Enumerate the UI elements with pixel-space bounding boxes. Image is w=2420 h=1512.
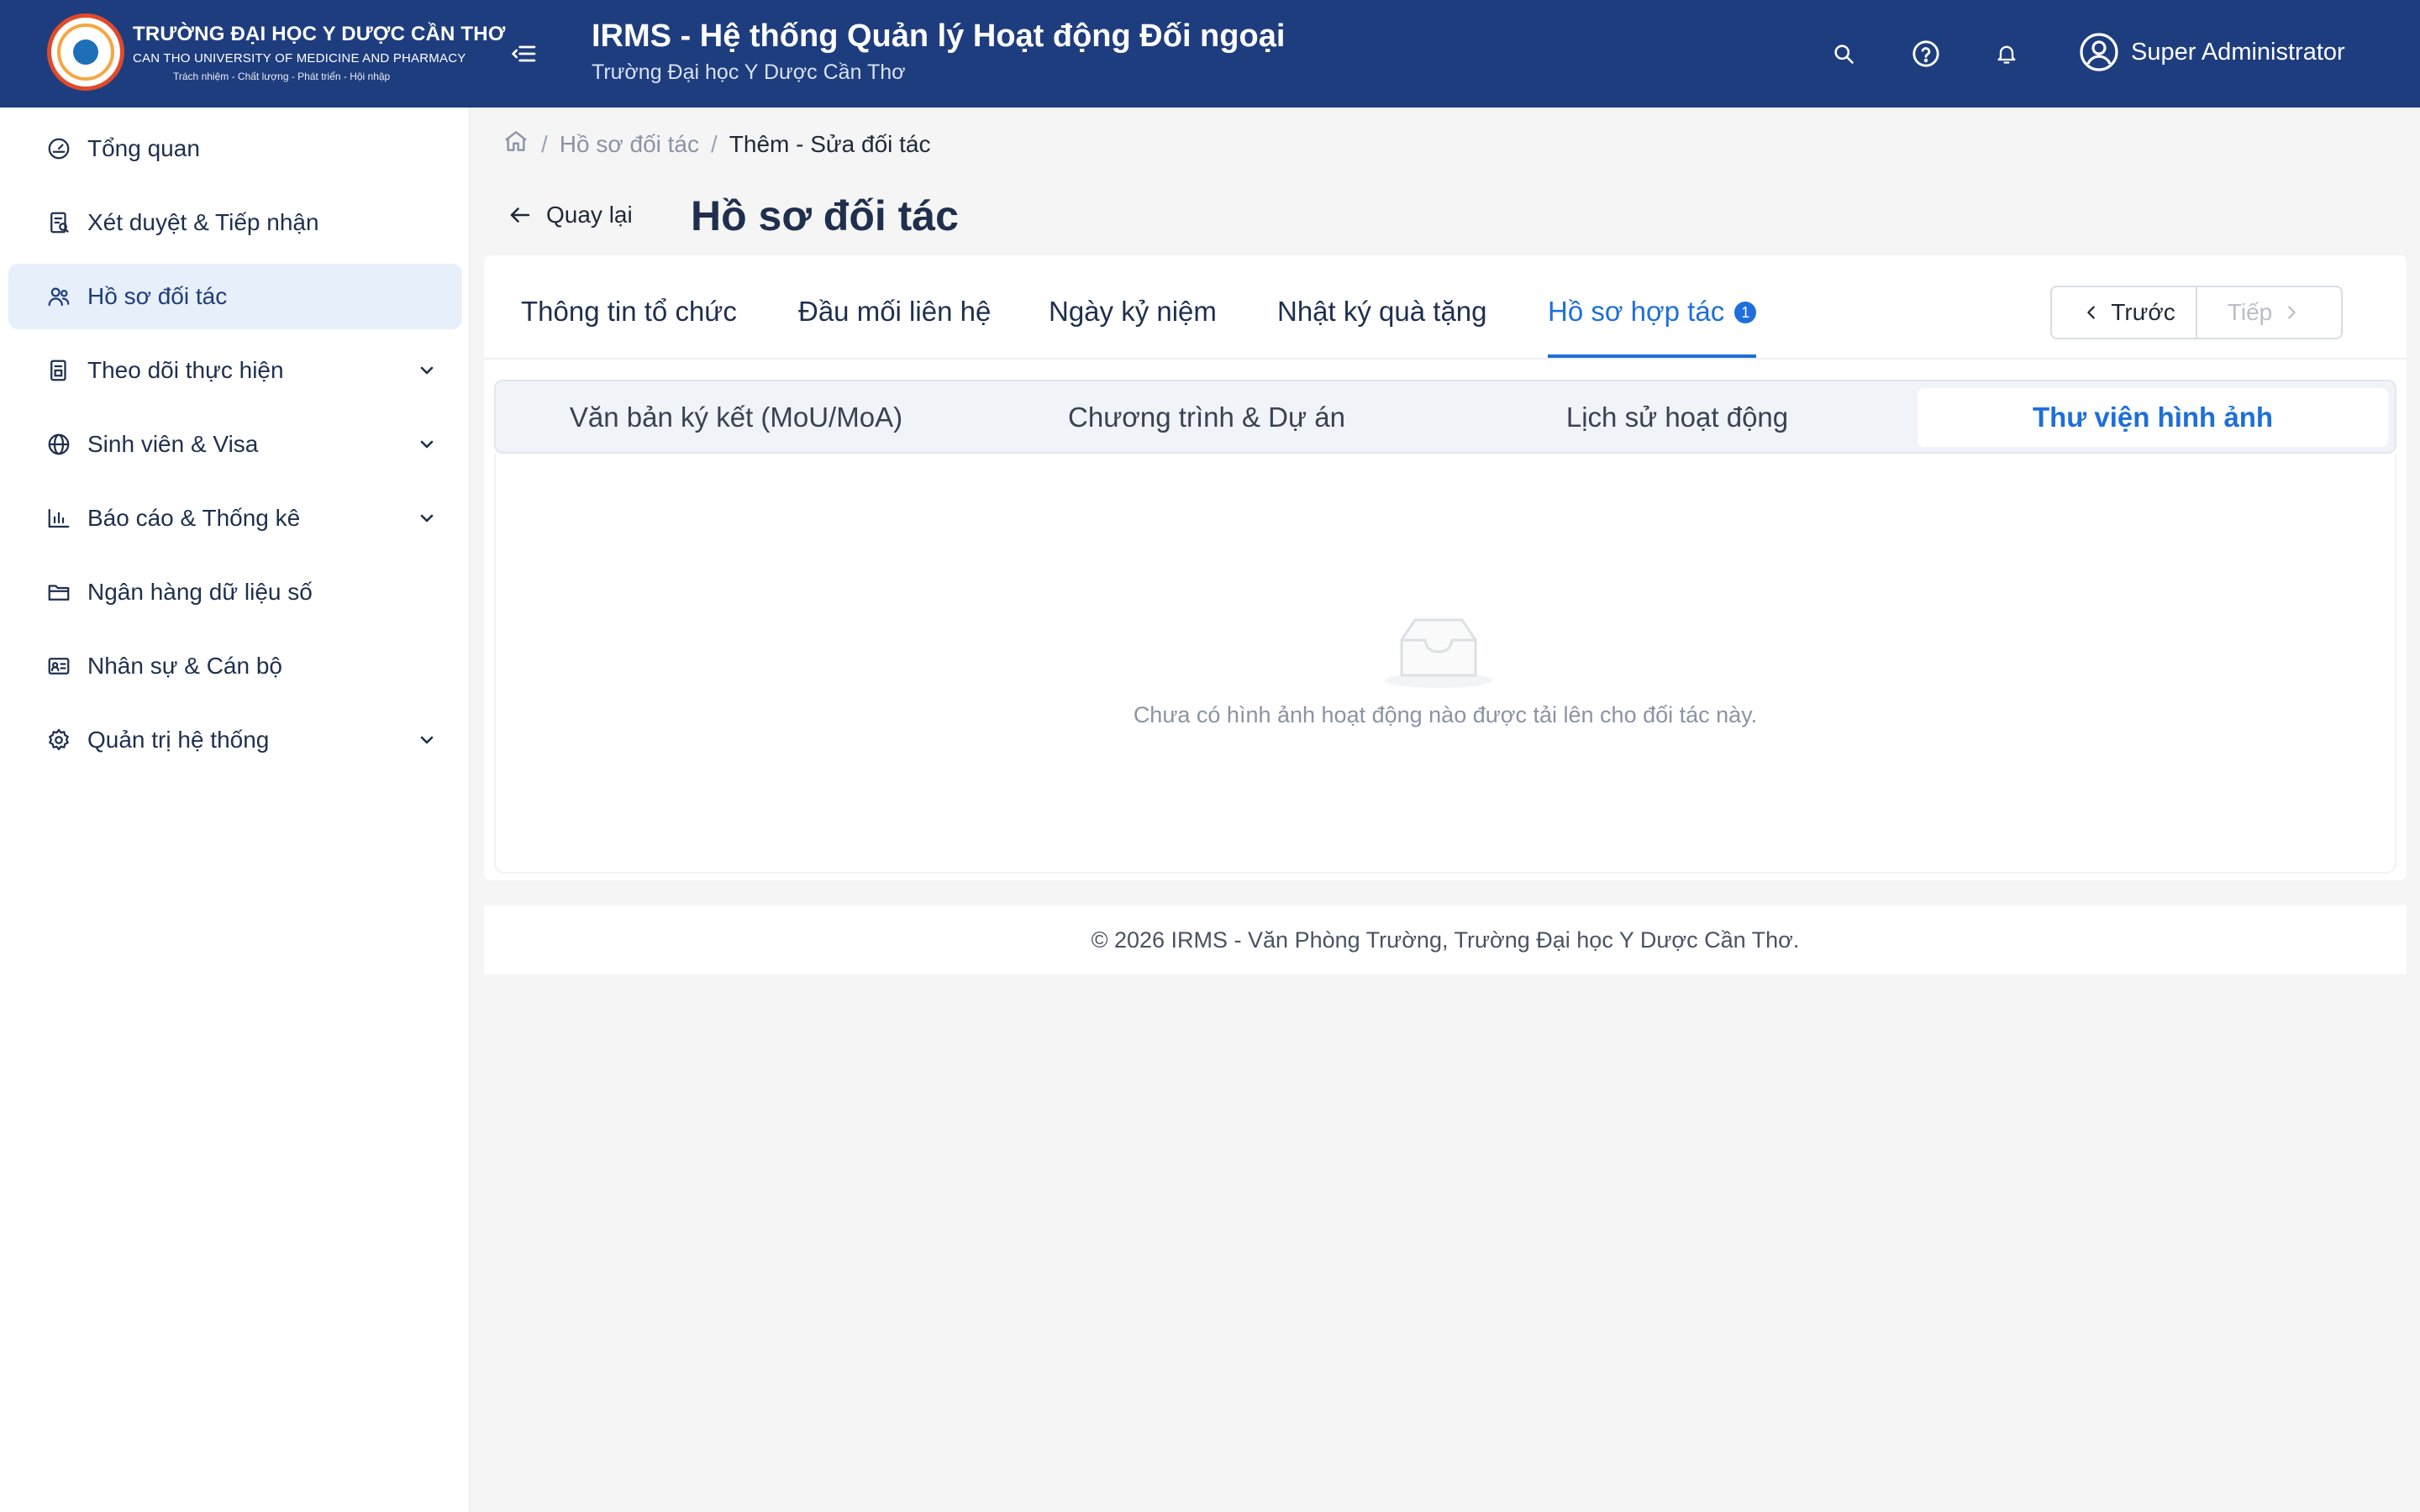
- logo-text: TRƯỜNG ĐẠI HỌC Y DƯỢC CẦN THƠ CAN THO UN…: [133, 23, 506, 82]
- logo-name-vi: TRƯỜNG ĐẠI HỌC Y DƯỢC CẦN THƠ: [133, 22, 506, 45]
- tab-anniversaries[interactable]: Ngày kỷ niệm: [1049, 296, 1217, 328]
- chevron-right-icon: [2288, 306, 2296, 319]
- tab-gift-log[interactable]: Nhật ký quà tặng: [1277, 296, 1487, 328]
- id-card-icon: [45, 653, 72, 680]
- subtab-programs-projects[interactable]: Chương trình & Dự án: [971, 388, 1442, 447]
- subtab-activity-history[interactable]: Lịch sử hoạt động: [1442, 388, 1912, 447]
- sidebar-item-partners[interactable]: Hồ sơ đối tác: [8, 264, 462, 329]
- chevron-down-icon: [420, 366, 434, 375]
- logo-name-en: CAN THO UNIVERSITY OF MEDICINE AND PHARM…: [133, 50, 466, 66]
- dashboard-icon: [45, 135, 72, 162]
- page-title: Hồ sơ đối tác: [691, 192, 959, 239]
- tab-pager: Trước Tiếp: [2050, 286, 2343, 339]
- chevron-down-icon: [420, 440, 434, 449]
- chevron-down-icon: [420, 736, 434, 744]
- search-button[interactable]: [1825, 35, 1862, 72]
- breadcrumb-partners-link[interactable]: Hồ sơ đối tác: [560, 131, 699, 158]
- sidebar-item-system-admin[interactable]: Quản trị hệ thống: [8, 707, 462, 773]
- user-menu[interactable]: Super Administrator: [2079, 32, 2345, 72]
- help-icon: [1912, 40, 1939, 67]
- sidebar-item-tracking[interactable]: Theo dõi thực hiện: [8, 338, 462, 403]
- sidebar-item-label: Xét duyệt & Tiếp nhận: [87, 209, 319, 235]
- back-button[interactable]: Quay lại: [508, 202, 633, 228]
- logo-motto: Trách nhiệm - Chất lượng - Phát triển - …: [173, 70, 391, 82]
- next-label: Tiếp: [2227, 299, 2273, 325]
- tab-contacts[interactable]: Đầu mối liên hệ: [798, 296, 991, 328]
- footer-copyright: © 2026 IRMS - Văn Phòng Trường, Trường Đ…: [1091, 927, 1800, 953]
- tab-count-badge: 1: [1734, 302, 1757, 323]
- breadcrumb-home[interactable]: [502, 128, 529, 160]
- sidebar-item-dashboard[interactable]: Tổng quan: [8, 116, 462, 181]
- tracking-icon: [45, 357, 72, 384]
- help-button[interactable]: [1907, 35, 1944, 72]
- active-tab-indicator: [1548, 354, 1756, 358]
- university-seal-icon: [47, 13, 124, 91]
- sub-tabs: Văn bản ký kết (MoU/MoA) Chương trình & …: [494, 380, 2396, 454]
- subtab-agreements[interactable]: Văn bản ký kết (MoU/MoA): [501, 388, 971, 447]
- sidebar: Tổng quan Xét duyệt & Tiếp nhận Hồ sơ đố…: [0, 108, 471, 1512]
- sidebar-item-label: Sinh viên & Visa: [87, 431, 259, 457]
- bell-icon: [1997, 45, 2016, 64]
- menu-fold-icon: [511, 45, 536, 62]
- review-icon: [45, 209, 72, 236]
- breadcrumb: / Hồ sơ đối tác / Thêm - Sửa đối tác: [502, 128, 931, 160]
- notification-button[interactable]: [1988, 35, 2025, 72]
- sidebar-item-label: Báo cáo & Thống kê: [87, 505, 301, 531]
- breadcrumb-current: Thêm - Sửa đối tác: [729, 130, 931, 157]
- next-tab-button[interactable]: Tiếp: [2197, 287, 2341, 338]
- arrow-left-icon: [510, 207, 530, 223]
- folder-icon: [45, 579, 72, 606]
- sidebar-item-label: Nhân sự & Cán bộ: [87, 653, 282, 679]
- user-avatar-icon: [2080, 33, 2118, 71]
- prev-tab-button[interactable]: Trước: [2052, 287, 2197, 338]
- tab-organization-info[interactable]: Thông tin tổ chức: [521, 296, 737, 328]
- back-label: Quay lại: [546, 202, 633, 228]
- footer: © 2026 IRMS - Văn Phòng Trường, Trường Đ…: [484, 906, 2407, 974]
- search-icon: [1834, 45, 1854, 64]
- sidebar-item-label: Ngân hàng dữ liệu số: [87, 579, 313, 605]
- subtab-photo-library[interactable]: Thư viện hình ảnh: [1918, 388, 2388, 447]
- user-name: Super Administrator: [2131, 38, 2345, 66]
- partners-icon: [45, 283, 72, 310]
- sidebar-item-label: Hồ sơ đối tác: [87, 283, 228, 309]
- home-icon: [505, 131, 527, 151]
- empty-inbox-icon: [1385, 618, 1492, 688]
- sidebar-item-staff[interactable]: Nhân sự & Cán bộ: [8, 633, 462, 699]
- chevron-down-icon: [420, 514, 434, 522]
- sidebar-item-label: Tổng quan: [87, 135, 200, 161]
- main-tabs: Thông tin tổ chức Đầu mối liên hệ Ngày k…: [484, 255, 2407, 360]
- sidebar-item-data-bank[interactable]: Ngân hàng dữ liệu số: [8, 559, 462, 625]
- prev-label: Trước: [2111, 299, 2175, 325]
- tab-label: Hồ sơ hợp tác: [1548, 296, 1725, 327]
- chart-icon: [45, 505, 72, 532]
- sidebar-item-review[interactable]: Xét duyệt & Tiếp nhận: [8, 190, 462, 255]
- university-logo[interactable]: TRƯỜNG ĐẠI HỌC Y DƯỢC CẦN THƠ CAN THO UN…: [47, 13, 506, 91]
- chevron-left-icon: [2087, 306, 2096, 319]
- breadcrumb-separator: /: [711, 130, 718, 157]
- empty-state-message: Chưa có hình ảnh hoạt động nào được tải …: [1133, 702, 1758, 727]
- gear-icon: [45, 727, 72, 753]
- app-subtitle: Trường Đại học Y Dược Cần Thơ: [592, 60, 906, 84]
- sidebar-item-label: Quản trị hệ thống: [87, 727, 270, 753]
- app-title: IRMS - Hệ thống Quản lý Hoạt động Đối ng…: [592, 18, 1286, 54]
- sidebar-item-label: Theo dõi thực hiện: [87, 357, 284, 383]
- sidebar-item-reports[interactable]: Báo cáo & Thống kê: [8, 486, 462, 551]
- top-header: TRƯỜNG ĐẠI HỌC Y DƯỢC CẦN THƠ CAN THO UN…: [0, 0, 2420, 108]
- globe-icon: [45, 431, 72, 458]
- tab-cooperation-profile[interactable]: Hồ sơ hợp tác 1: [1548, 296, 1757, 328]
- breadcrumb-separator: /: [541, 130, 548, 157]
- sidebar-item-students-visa[interactable]: Sinh viên & Visa: [8, 412, 462, 477]
- partner-profile-card: Thông tin tổ chức Đầu mối liên hệ Ngày k…: [484, 255, 2407, 880]
- menu-toggle-button[interactable]: [508, 37, 541, 71]
